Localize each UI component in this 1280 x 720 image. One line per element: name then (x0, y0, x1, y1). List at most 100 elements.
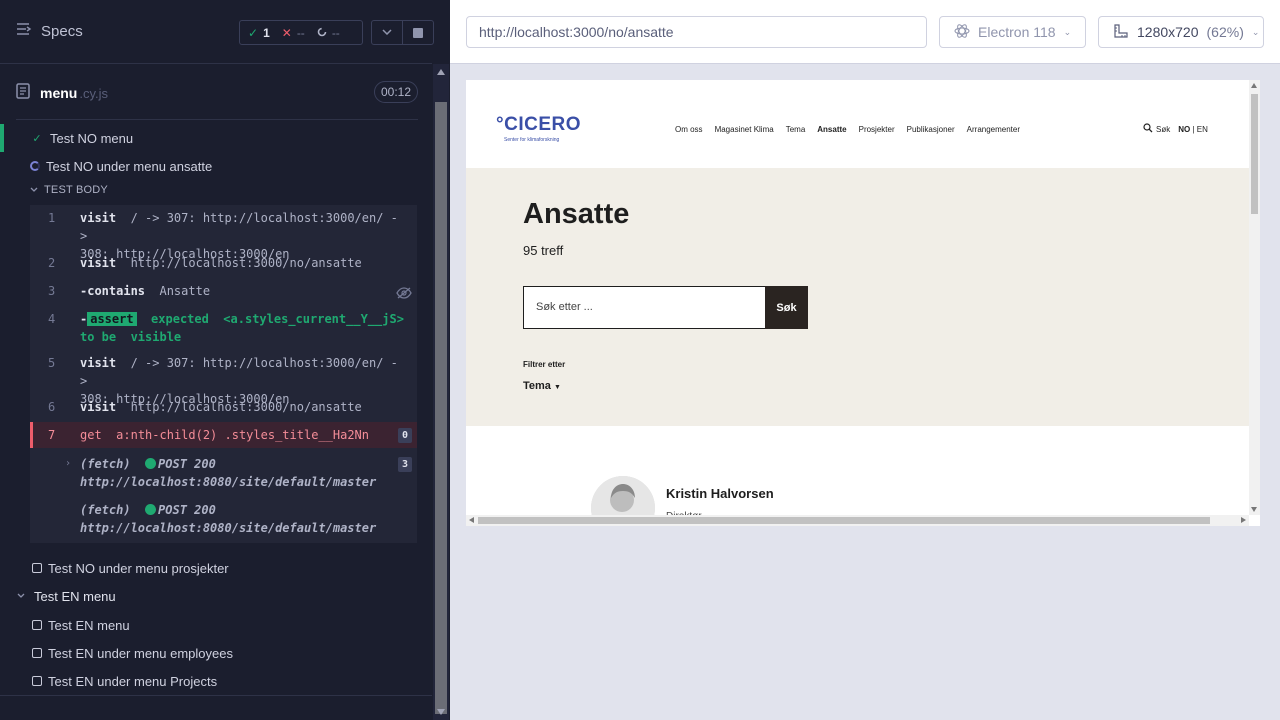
command-row[interactable]: 4 - assert expected <a.styles_current__Y_… (30, 310, 417, 348)
test-title: Test EN under menu Projects (48, 673, 218, 689)
hit-count: 95 treff (523, 243, 564, 258)
chevron-right-icon[interactable]: › (65, 455, 71, 473)
spec-header: menu .cy.js 00:12 (16, 80, 418, 106)
status-dot-icon (145, 458, 157, 469)
x-icon: ✕ (281, 25, 292, 40)
command-row[interactable]: 2 visit http://localhost:3000/no/ansatte (30, 254, 417, 274)
toggle-auto-scroll-button[interactable] (371, 20, 403, 45)
test-row[interactable]: Test EN under menu Projects (0, 667, 432, 695)
test-title: Test NO under menu prosjekter (48, 560, 229, 576)
chevron-down-icon (30, 184, 38, 196)
status-dot-icon (145, 504, 157, 515)
employee-search-input[interactable]: Søk etter ... (523, 286, 766, 329)
nav-om-oss[interactable]: Om oss (675, 125, 703, 134)
filter-tema-dropdown[interactable]: Tema ▼ (523, 380, 561, 392)
test-row[interactable]: ✓ Test NO menu (0, 124, 432, 152)
site-search-link[interactable]: Søk (1143, 123, 1170, 135)
command-log: 1 visit / -> 307: http://localhost:3000/… (30, 205, 417, 543)
runner-header: Specs ✓ 1 ✕ -- -- (0, 0, 434, 64)
lang-en[interactable]: EN (1197, 125, 1208, 134)
pending-icon (32, 676, 42, 686)
spec-name: menu (40, 85, 78, 101)
test-body-toggle[interactable]: TEST BODY (30, 184, 108, 196)
stop-button[interactable] (402, 20, 434, 45)
pending-icon (32, 648, 42, 658)
test-row[interactable]: Test NO under menu prosjekter (0, 554, 432, 582)
test-title: Test EN under menu employees (48, 645, 233, 661)
command-row[interactable]: 6 visit http://localhost:3000/no/ansatte (30, 398, 417, 418)
caret-down-icon: ▼ (553, 384, 561, 391)
preview-toolbar: http://localhost:3000/no/ansatte Electro… (450, 0, 1280, 64)
scroll-up-icon[interactable] (1251, 83, 1257, 88)
test-row[interactable]: Test EN menu (0, 611, 432, 639)
nav-arrangementer[interactable]: Arrangementer (967, 125, 1020, 134)
nav-publikasjoner[interactable]: Publikasjoner (907, 125, 955, 134)
passed-count: ✓ 1 (248, 25, 270, 40)
aut-horizontal-scrollbar[interactable] (466, 515, 1249, 526)
scroll-thumb[interactable] (435, 102, 447, 714)
suite-title: Test EN menu (34, 588, 116, 604)
site-nav: Om oss Magasinet Klima Tema Ansatte Pros… (675, 125, 1020, 134)
eye-slash-icon[interactable] (396, 286, 412, 304)
lang-no[interactable]: NO (1178, 125, 1190, 134)
ruler-icon (1113, 23, 1129, 42)
chevron-down-icon (382, 27, 392, 38)
spec-extension: .cy.js (79, 85, 108, 101)
spec-duration: 00:12 (373, 81, 418, 103)
employee-search-button[interactable]: Søk (765, 286, 808, 329)
scroll-down-icon[interactable] (1251, 507, 1257, 512)
stop-icon (413, 27, 423, 38)
pending-count: -- (317, 26, 340, 40)
page-title: Ansatte (523, 198, 630, 230)
circle-notch-icon (317, 26, 327, 40)
scroll-thumb[interactable] (1251, 94, 1258, 214)
scroll-down-icon[interactable] (437, 709, 445, 715)
test-title: Test NO under menu ansatte (46, 158, 213, 174)
aut-vertical-scrollbar[interactable] (1249, 80, 1260, 515)
pending-icon (32, 620, 42, 630)
chevron-down-icon: ⌄ (1063, 26, 1072, 37)
check-icon: ✓ (248, 25, 259, 40)
nav-ansatte[interactable]: Ansatte (817, 125, 846, 134)
runner-scrollbar[interactable] (433, 64, 449, 720)
test-row[interactable]: Test EN under menu employees (0, 639, 432, 667)
electron-icon (954, 23, 970, 42)
suite-row[interactable]: Test EN menu (0, 582, 432, 610)
command-row[interactable]: 1 visit / -> 307: http://localhost:3000/… (30, 209, 417, 261)
application-under-test: °CICERO Senter for klimaforskning Om oss… (466, 80, 1260, 526)
specs-toggle[interactable]: Specs (16, 22, 83, 40)
viewport-info[interactable]: 1280x720 (62%) ⌄ (1098, 16, 1264, 48)
url-bar[interactable]: http://localhost:3000/no/ansatte (466, 16, 927, 48)
element-count-badge: 0 (398, 428, 412, 443)
fetch-row[interactable]: › (fetch) POST 200 http://localhost:8080… (30, 455, 417, 493)
command-row[interactable]: 3 -contains Ansatte (30, 282, 417, 302)
scroll-up-icon[interactable] (437, 69, 445, 75)
chevron-down-icon: ⌄ (1251, 26, 1260, 37)
scroll-thumb[interactable] (478, 517, 1210, 524)
assert-badge: assert (87, 312, 137, 326)
test-title: Test NO menu (50, 130, 134, 146)
pending-icon (32, 563, 42, 573)
browser-selector[interactable]: Electron 118 ⌄ (939, 16, 1086, 48)
spinner-icon (30, 161, 40, 171)
scroll-left-icon[interactable] (469, 517, 474, 523)
command-row[interactable]: 5 visit / -> 307: http://localhost:3000/… (30, 354, 417, 406)
specs-title: Specs (41, 22, 83, 40)
divider (0, 695, 432, 696)
failed-count: ✕ -- (281, 25, 305, 40)
test-row[interactable]: Test NO under menu ansatte (0, 152, 432, 180)
fetch-row[interactable]: (fetch) POST 200 http://localhost:8080/s… (30, 501, 417, 539)
person-name[interactable]: Kristin Halvorsen (666, 486, 774, 501)
fetch-count-badge: 3 (398, 457, 412, 472)
divider (16, 119, 418, 120)
site-tools: Søk NO | EN (1143, 123, 1208, 135)
cicero-logo[interactable]: °CICERO Senter for klimaforskning (496, 114, 581, 143)
app-preview-panel: http://localhost:3000/no/ansatte Electro… (450, 0, 1280, 720)
nav-tema[interactable]: Tema (786, 125, 806, 134)
menu-lines-icon (16, 22, 32, 40)
failed-command-row[interactable]: 7 get a:nth-child(2) .styles_title__Ha2N… (30, 422, 417, 448)
scroll-right-icon[interactable] (1241, 517, 1246, 523)
nav-prosjekter[interactable]: Prosjekter (859, 125, 895, 134)
test-stats: ✓ 1 ✕ -- -- (239, 20, 363, 45)
nav-magasinet-klima[interactable]: Magasinet Klima (715, 125, 774, 134)
